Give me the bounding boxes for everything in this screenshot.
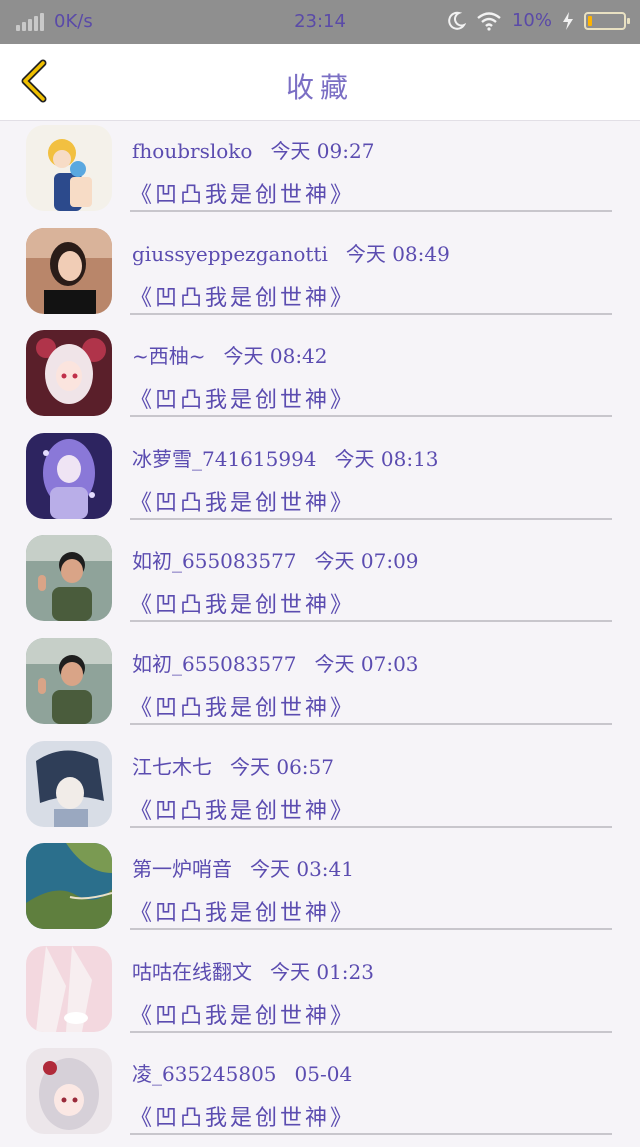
work-title[interactable]: 《凹凸我是创世神》	[130, 690, 355, 722]
timestamp: 今天 07:09	[314, 549, 419, 574]
divider	[130, 415, 612, 418]
timestamp: 今天 03:41	[250, 857, 354, 882]
list-item[interactable]: 凌_635245805 05-04 《凹凸我是创世神》	[0, 1044, 640, 1147]
work-title[interactable]: 《凹凸我是创世神》	[130, 895, 355, 927]
username[interactable]: giussyeppezganotti	[132, 242, 328, 266]
avatar[interactable]	[26, 637, 112, 724]
work-title[interactable]: 《凹凸我是创世神》	[130, 1100, 355, 1132]
username[interactable]: 咕咕在线翻文	[132, 960, 252, 984]
divider	[130, 1133, 612, 1136]
moon-icon	[448, 11, 466, 30]
timestamp: 今天 08:49	[345, 241, 450, 266]
work-title[interactable]: 《凹凸我是创世神》	[130, 280, 355, 312]
list-item[interactable]: giussyeppezganotti 今天 08:49 《凹凸我是创世神》	[0, 224, 640, 327]
work-title[interactable]: 《凹凸我是创世神》	[130, 177, 355, 209]
battery-percent: 10%	[511, 10, 552, 31]
divider	[130, 312, 612, 315]
list-item-meta: ~西柚~ 今天 08:42	[132, 340, 328, 369]
username[interactable]: 第一炉哨音	[132, 857, 232, 881]
list-item-meta: 如初_655083577 今天 07:09	[132, 545, 419, 574]
list-item-meta: fhoubrsloko 今天 09:27	[132, 135, 374, 164]
list-item[interactable]: 江七木七 今天 06:57 《凹凸我是创世神》	[0, 737, 640, 840]
list-item-meta: giussyeppezganotti 今天 08:49	[132, 238, 450, 267]
list-item[interactable]: ~西柚~ 今天 08:42 《凹凸我是创世神》	[0, 326, 640, 429]
avatar[interactable]	[26, 945, 112, 1032]
timestamp: 今天 06:57	[230, 754, 334, 779]
status-right: 10%	[446, 10, 630, 31]
avatar[interactable]	[26, 535, 112, 622]
timestamp: 今天 08:42	[223, 344, 328, 369]
work-title[interactable]: 《凹凸我是创世神》	[130, 587, 355, 619]
divider	[130, 928, 612, 931]
work-title[interactable]: 《凹凸我是创世神》	[130, 485, 355, 517]
page-title: 收藏	[285, 71, 354, 104]
avatar[interactable]	[26, 330, 112, 417]
list-item-meta: 凌_635245805 05-04	[132, 1058, 352, 1087]
timestamp: 今天 09:27	[270, 139, 375, 163]
work-title[interactable]: 《凹凸我是创世神》	[130, 998, 355, 1030]
header: 收藏	[0, 44, 640, 121]
username[interactable]: 如初_655083577	[132, 652, 297, 676]
divider	[130, 825, 612, 828]
avatar[interactable]	[26, 125, 112, 211]
work-title[interactable]: 《凹凸我是创世神》	[130, 382, 355, 414]
divider	[130, 1030, 612, 1033]
list-item-meta: 如初_655083577 今天 07:03	[132, 648, 419, 677]
username[interactable]: 江七木七	[132, 755, 212, 779]
status-bar: 0K/s 23:14 10%	[0, 0, 640, 44]
list-item[interactable]: fhoubrsloko 今天 09:27 《凹凸我是创世神》	[0, 121, 640, 224]
avatar[interactable]	[26, 1048, 112, 1135]
list-item[interactable]: 冰萝雪_741615994 今天 08:13 《凹凸我是创世神》	[0, 429, 640, 532]
timestamp: 今天 01:23	[270, 959, 374, 984]
username[interactable]: 如初_655083577	[132, 549, 297, 573]
avatar[interactable]	[26, 740, 112, 827]
username[interactable]: 凌_635245805	[132, 1062, 277, 1086]
favorites-list: fhoubrsloko 今天 09:27 《凹凸我是创世神》 giussyeppe…	[0, 121, 640, 1147]
charging-icon	[563, 11, 573, 30]
list-item[interactable]: 如初_655083577 今天 07:03 《凹凸我是创世神》	[0, 634, 640, 737]
timestamp: 今天 08:13	[334, 446, 439, 471]
username[interactable]: ~西柚~	[132, 344, 206, 368]
avatar[interactable]	[26, 843, 112, 930]
divider	[130, 210, 612, 212]
list-item[interactable]: 第一炉哨音 今天 03:41 《凹凸我是创世神》	[0, 839, 640, 942]
timestamp: 今天 07:03	[314, 651, 419, 676]
divider	[130, 620, 612, 623]
avatar[interactable]	[26, 432, 112, 519]
list-item-meta: 第一炉哨音 今天 03:41	[132, 853, 354, 882]
list-item-meta: 咕咕在线翻文 今天 01:23	[132, 956, 374, 985]
list-item[interactable]: 如初_655083577 今天 07:09 《凹凸我是创世神》	[0, 531, 640, 634]
work-title[interactable]: 《凹凸我是创世神》	[130, 793, 355, 825]
list-item-meta: 冰萝雪_741615994 今天 08:13	[132, 443, 439, 472]
list-item-meta: 江七木七 今天 06:57	[132, 751, 334, 780]
avatar[interactable]	[26, 227, 112, 314]
wifi-icon	[477, 11, 501, 31]
timestamp: 05-04	[294, 1062, 353, 1087]
username[interactable]: 冰萝雪_741615994	[132, 447, 317, 471]
list-item[interactable]: 咕咕在线翻文 今天 01:23 《凹凸我是创世神》	[0, 942, 640, 1045]
battery-icon	[584, 11, 630, 30]
divider	[130, 722, 612, 725]
username[interactable]: fhoubrsloko	[132, 139, 252, 163]
divider	[130, 517, 612, 520]
